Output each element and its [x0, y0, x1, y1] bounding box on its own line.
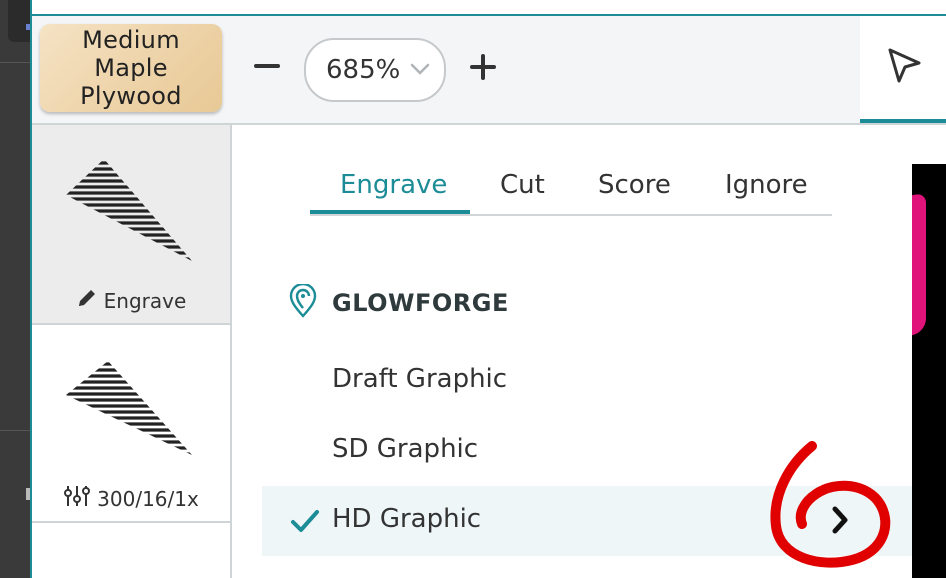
- operation-tabs: Engrave Cut Score Ignore: [310, 160, 832, 216]
- canvas-preview: [912, 164, 946, 578]
- steps-panel: Engrave 300/16/1x: [32, 125, 232, 578]
- tab-score[interactable]: Score: [598, 170, 671, 200]
- step-settings-text: 300/16/1x: [97, 486, 199, 511]
- red-annotation-circle: [770, 441, 891, 568]
- design-window: Medium Maple Plywood 685% Engrave 300/16…: [30, 0, 946, 578]
- sliders-icon: [63, 485, 91, 512]
- step-thumbnail: [66, 362, 192, 455]
- background-app-edge: [0, 0, 30, 578]
- step-label: 300/16/1x: [32, 485, 230, 512]
- step-mode-text: Engrave: [103, 288, 187, 313]
- divider: [0, 430, 30, 431]
- zoom-out-button[interactable]: [254, 64, 280, 68]
- toolbar: Medium Maple Plywood 685%: [32, 16, 946, 125]
- preset-group-title: GLOWFORGE: [332, 289, 509, 317]
- select-tool-button[interactable]: [860, 16, 946, 123]
- active-tab-indicator: [310, 210, 470, 214]
- tab-ignore[interactable]: Ignore: [725, 170, 808, 200]
- zoom-select[interactable]: 685%: [304, 38, 446, 102]
- zoom-in-button[interactable]: [470, 54, 496, 80]
- preset-label: SD Graphic: [332, 434, 479, 464]
- background-panel: [8, 0, 30, 42]
- material-button[interactable]: Medium Maple Plywood: [40, 24, 222, 112]
- preset-label: HD Graphic: [332, 504, 482, 534]
- preset-group-header: GLOWFORGE: [288, 282, 509, 322]
- preview-artwork: [912, 192, 926, 336]
- zoom-value: 685%: [326, 55, 400, 85]
- chevron-down-icon: [410, 61, 430, 80]
- material-name: Medium Maple Plywood: [80, 26, 182, 110]
- checkmark-icon: [290, 508, 320, 538]
- glowforge-logo-icon: [288, 282, 318, 322]
- step-item-engrave[interactable]: Engrave: [32, 125, 230, 325]
- step-thumbnail: [66, 161, 192, 261]
- pencil-icon: [76, 287, 98, 314]
- divider: [0, 62, 30, 63]
- cursor-arrow-icon: [884, 46, 924, 90]
- preset-label: Draft Graphic: [332, 364, 508, 394]
- window-top-edge: [32, 0, 946, 16]
- preset-item[interactable]: Draft Graphic: [262, 346, 912, 416]
- step-item-settings[interactable]: 300/16/1x: [32, 325, 230, 523]
- tab-engrave[interactable]: Engrave: [340, 170, 447, 200]
- step-label: Engrave: [32, 287, 230, 314]
- tab-cut[interactable]: Cut: [500, 170, 545, 200]
